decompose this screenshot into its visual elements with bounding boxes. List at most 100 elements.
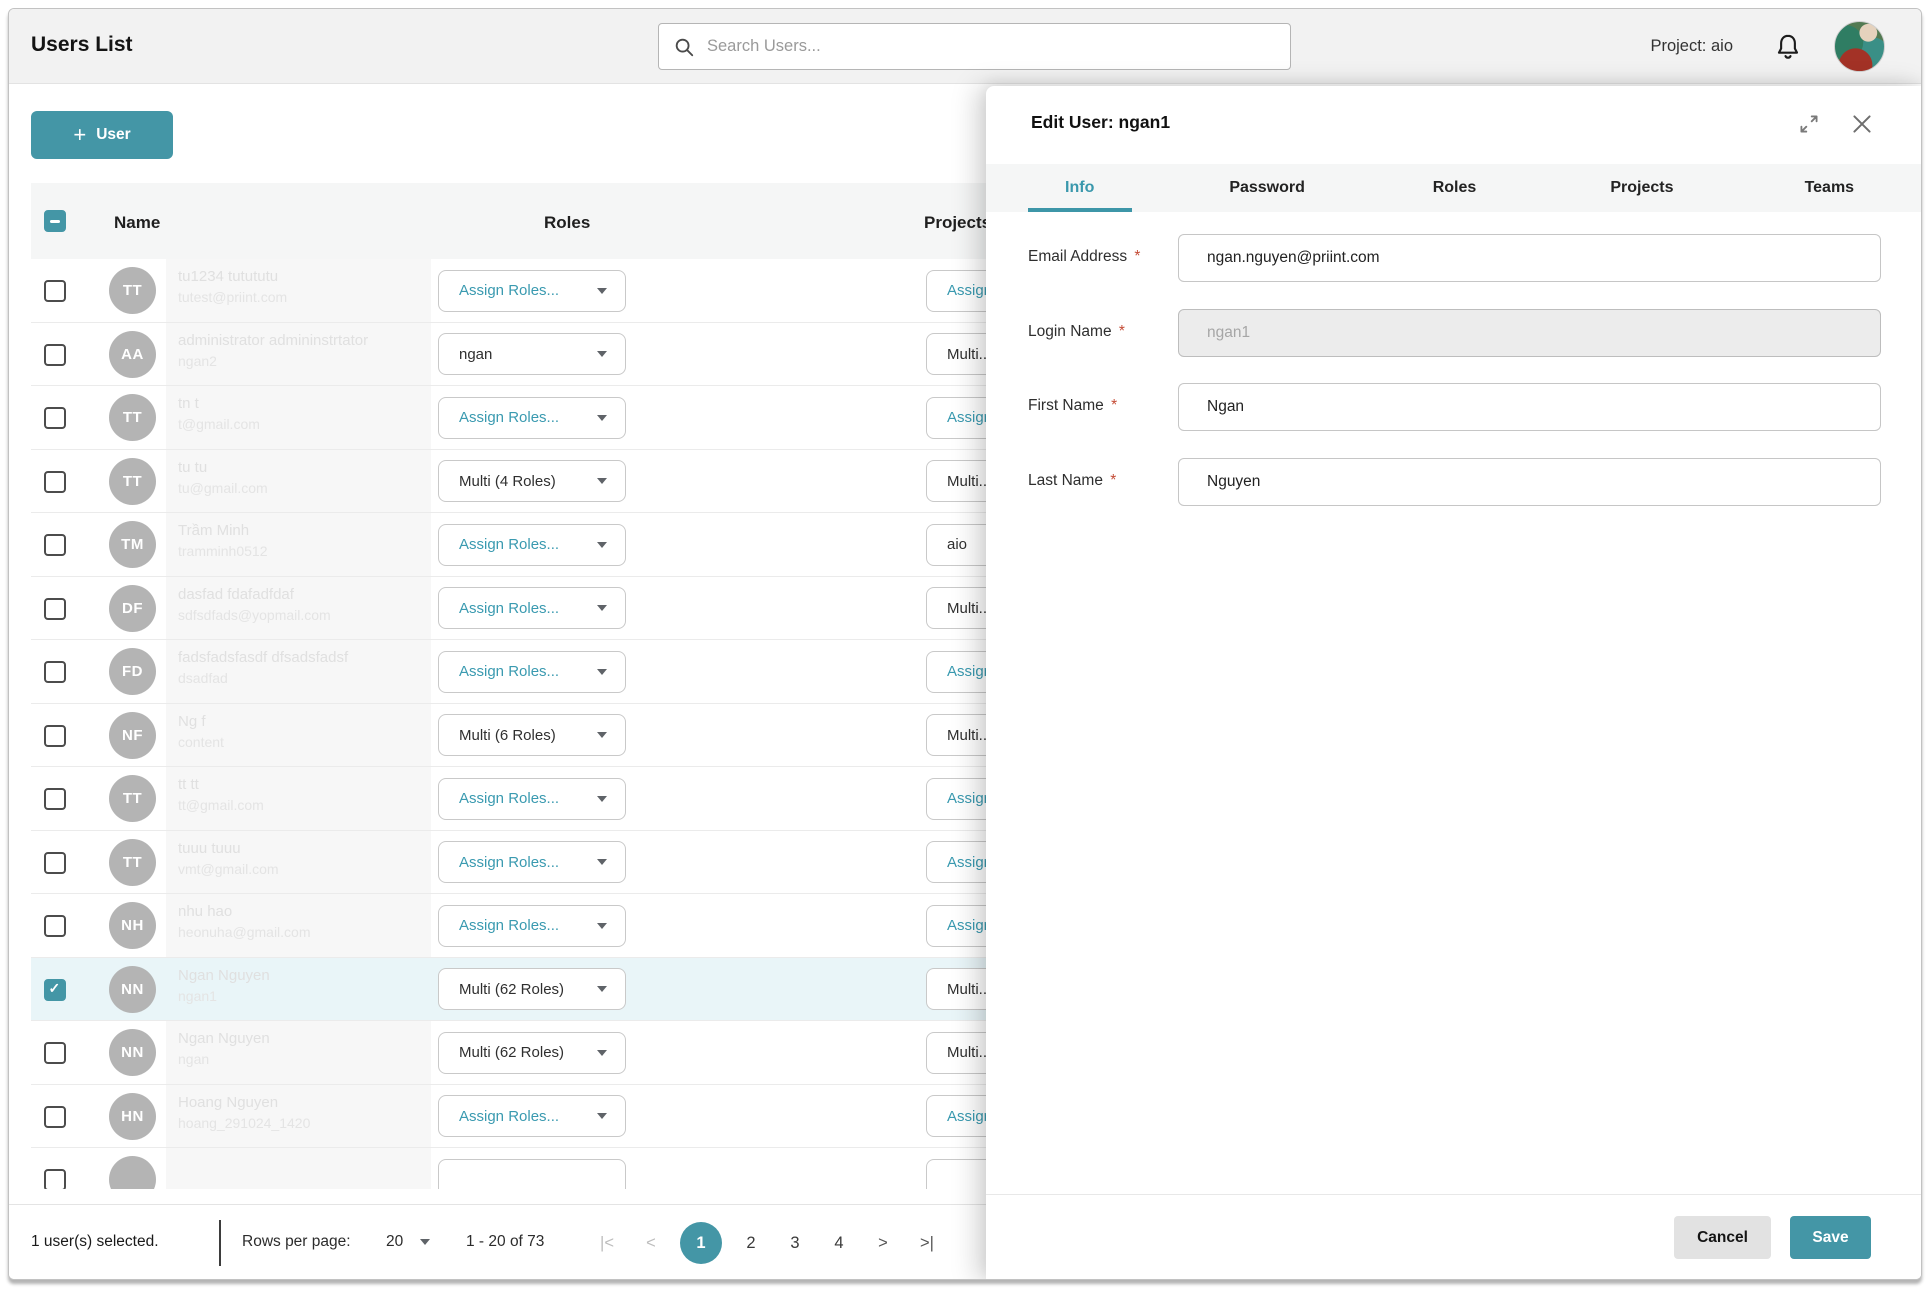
page-button-1[interactable]: 1 xyxy=(680,1222,722,1264)
row-checkbox[interactable] xyxy=(44,1042,66,1064)
row-name-cell xyxy=(166,1148,431,1189)
selection-count: 1 user(s) selected. xyxy=(31,1233,159,1251)
row-name-cell: Trầm Minhtramminh0512 xyxy=(166,513,431,576)
roles-dropdown-value: Multi (62 Roles) xyxy=(459,1044,589,1061)
page-button-2[interactable]: 2 xyxy=(736,1222,766,1264)
field-label: Last Name * xyxy=(1028,472,1116,490)
rows-per-page-select[interactable]: 20 xyxy=(386,1233,430,1251)
row-checkbox[interactable] xyxy=(44,280,66,302)
roles-dropdown-value: Multi (4 Roles) xyxy=(459,473,589,490)
row-checkbox[interactable] xyxy=(44,725,66,747)
row-detail: tutest@priint.com xyxy=(178,289,431,305)
next-page-button[interactable]: > xyxy=(868,1222,898,1264)
roles-dropdown[interactable]: ngan xyxy=(438,333,626,375)
previous-page-button[interactable]: < xyxy=(636,1222,666,1264)
tab-info[interactable]: Info xyxy=(986,164,1173,212)
roles-dropdown[interactable]: Assign Roles... xyxy=(438,651,626,693)
select-all-checkbox[interactable] xyxy=(44,210,66,232)
first-page-button[interactable]: |< xyxy=(592,1222,622,1264)
row-avatar: TT xyxy=(109,394,156,441)
last-page-button[interactable]: >| xyxy=(912,1222,942,1264)
row-name: tu tu xyxy=(178,459,431,476)
search-input[interactable] xyxy=(707,37,1276,56)
row-checkbox[interactable] xyxy=(44,915,66,937)
chevron-down-icon xyxy=(597,986,607,992)
row-name-cell: tu tutu@gmail.com xyxy=(166,450,431,513)
last-name-field[interactable] xyxy=(1178,458,1881,506)
save-button[interactable]: Save xyxy=(1790,1216,1871,1259)
required-asterisk: * xyxy=(1106,472,1116,489)
chevron-down-icon xyxy=(597,923,607,929)
page-button-3[interactable]: 3 xyxy=(780,1222,810,1264)
roles-dropdown[interactable]: Multi (6 Roles) xyxy=(438,714,626,756)
row-checkbox[interactable] xyxy=(44,1169,66,1189)
plus-icon: + xyxy=(73,124,86,146)
roles-dropdown[interactable]: Assign Roles... xyxy=(438,778,626,820)
row-checkbox[interactable] xyxy=(44,979,66,1001)
row-name: Ngan Nguyen xyxy=(178,967,431,984)
roles-dropdown[interactable]: Assign Roles... xyxy=(438,270,626,312)
row-name-cell: tt tttt@gmail.com xyxy=(166,767,431,830)
row-name-cell: Ngan Nguyenngan1 xyxy=(166,958,431,1021)
row-name: tt tt xyxy=(178,776,431,793)
tab-password[interactable]: Password xyxy=(1173,164,1360,212)
page-button-4[interactable]: 4 xyxy=(824,1222,854,1264)
chevron-down-icon xyxy=(597,542,607,548)
row-avatar: TM xyxy=(109,521,156,568)
row-avatar xyxy=(109,1156,156,1189)
roles-dropdown[interactable]: Assign Roles... xyxy=(438,524,626,566)
row-checkbox[interactable] xyxy=(44,471,66,493)
row-checkbox[interactable] xyxy=(44,788,66,810)
roles-dropdown[interactable]: Multi (62 Roles) xyxy=(438,968,626,1010)
row-detail: sdfsdfads@yopmail.com xyxy=(178,607,431,623)
row-name: Ngan Nguyen xyxy=(178,1030,431,1047)
row-checkbox[interactable] xyxy=(44,852,66,874)
row-avatar: AA xyxy=(109,331,156,378)
form-row-first-name: First Name * xyxy=(1028,383,1881,431)
roles-dropdown[interactable] xyxy=(438,1159,626,1190)
row-avatar: NH xyxy=(109,902,156,949)
row-name: tuuu tuuu xyxy=(178,840,431,857)
roles-dropdown[interactable]: Assign Roles... xyxy=(438,1095,626,1137)
row-avatar: DF xyxy=(109,585,156,632)
add-user-button[interactable]: + User xyxy=(31,111,173,159)
chevron-down-icon xyxy=(597,1113,607,1119)
row-detail: heonuha@gmail.com xyxy=(178,924,431,940)
pagination: |< <1234 > >| xyxy=(592,1222,942,1264)
row-checkbox[interactable] xyxy=(44,344,66,366)
tab-projects[interactable]: Projects xyxy=(1548,164,1735,212)
user-avatar[interactable] xyxy=(1834,21,1885,72)
notifications-bell-icon[interactable] xyxy=(1773,32,1803,62)
close-icon[interactable] xyxy=(1849,111,1875,137)
chevron-down-icon xyxy=(597,796,607,802)
row-checkbox[interactable] xyxy=(44,661,66,683)
first-name-field[interactable] xyxy=(1178,383,1881,431)
row-avatar: NF xyxy=(109,712,156,759)
row-checkbox[interactable] xyxy=(44,598,66,620)
row-name: administrator admininstrtator xyxy=(178,332,431,349)
roles-dropdown[interactable]: Assign Roles... xyxy=(438,397,626,439)
edit-user-panel: Edit User: ngan1 InfoPasswordRolesProjec… xyxy=(986,86,1922,1280)
tab-roles[interactable]: Roles xyxy=(1361,164,1548,212)
roles-dropdown[interactable]: Multi (4 Roles) xyxy=(438,460,626,502)
row-name-cell: Ng fcontent xyxy=(166,704,431,767)
app-window: Users List Project: aio + User Name Role… xyxy=(8,8,1922,1280)
chevron-down-icon xyxy=(597,351,607,357)
email-address-field[interactable] xyxy=(1178,234,1881,282)
row-checkbox[interactable] xyxy=(44,534,66,556)
roles-dropdown[interactable]: Assign Roles... xyxy=(438,841,626,883)
row-detail: hoang_291024_1420 xyxy=(178,1115,431,1131)
required-asterisk: * xyxy=(1130,248,1140,265)
roles-dropdown[interactable]: Assign Roles... xyxy=(438,587,626,629)
row-checkbox[interactable] xyxy=(44,1106,66,1128)
search-icon xyxy=(673,36,695,58)
roles-dropdown[interactable]: Assign Roles... xyxy=(438,905,626,947)
cancel-button[interactable]: Cancel xyxy=(1674,1216,1771,1259)
tab-teams[interactable]: Teams xyxy=(1736,164,1922,212)
required-asterisk: * xyxy=(1107,397,1117,414)
expand-icon[interactable] xyxy=(1796,111,1822,137)
roles-dropdown[interactable]: Multi (62 Roles) xyxy=(438,1032,626,1074)
roles-dropdown-value: Assign Roles... xyxy=(459,790,589,807)
column-header-name: Name xyxy=(114,213,160,233)
row-checkbox[interactable] xyxy=(44,407,66,429)
